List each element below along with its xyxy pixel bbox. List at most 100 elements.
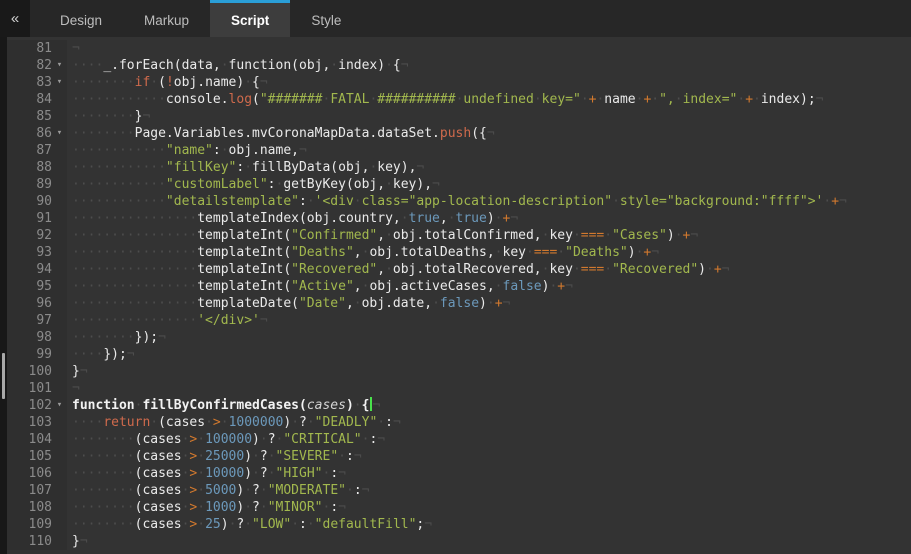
whitespace-dots: ················ [72, 296, 197, 311]
code-line[interactable]: 103····return·(cases·>·1000000)·?·"DEADL… [7, 414, 911, 431]
code-token: templateInt( [197, 262, 291, 277]
eol-mark: ¬ [487, 126, 495, 141]
code-line[interactable]: 92················templateInt("Confirmed… [7, 227, 911, 244]
code-token: function(obj, [229, 58, 331, 73]
fold-spacer [52, 516, 67, 533]
whitespace-dots: · [221, 58, 229, 73]
code-text: ············console.log("#######·FATAL·#… [67, 91, 823, 108]
whitespace-dots: · [197, 449, 205, 464]
code-line[interactable]: 107········(cases·>·5000)·?·"MODERATE"·:… [7, 482, 911, 499]
eol-mark: ¬ [260, 75, 268, 90]
chevrons-left-icon: « [11, 10, 19, 27]
code-line[interactable]: 100}¬ [7, 363, 911, 380]
code-line[interactable]: 95················templateInt("Active",·… [7, 278, 911, 295]
eol-mark: ¬ [72, 381, 80, 396]
fold-arrow-icon[interactable]: ▾ [52, 397, 67, 414]
whitespace-dots: · [581, 92, 589, 107]
code-line[interactable]: 81¬ [7, 40, 911, 57]
code-line[interactable]: 89············"customLabel":·getByKey(ob… [7, 176, 911, 193]
code-line[interactable]: 101¬ [7, 380, 911, 397]
whitespace-dots: ············ [72, 194, 166, 209]
whitespace-dots: · [534, 92, 542, 107]
code-token: ? [260, 449, 268, 464]
code-token: true [409, 211, 440, 226]
code-line[interactable]: 90············"detailstemplate":·'<div·c… [7, 193, 911, 210]
line-number: 85 [7, 108, 52, 125]
tab-markup[interactable]: Markup [123, 0, 210, 37]
fold-arrow-icon[interactable]: ▾ [52, 125, 67, 142]
code-line[interactable]: 97················'</div>'¬ [7, 312, 911, 329]
script-code-editor[interactable]: 81¬82▾····_.forEach(data,·function(obj,·… [0, 37, 911, 554]
code-token: "Recovered" [291, 262, 377, 277]
code-lines[interactable]: 81¬82▾····_.forEach(data,·function(obj,·… [7, 37, 911, 554]
code-line[interactable]: 109········(cases·>·25)·?·"LOW"·:·"defau… [7, 516, 911, 533]
code-token: (cases [135, 500, 182, 515]
whitespace-dots: · [260, 432, 268, 447]
scrollbar-thumb[interactable] [2, 353, 5, 399]
code-token: console. [166, 92, 229, 107]
code-line[interactable]: 83▾········if·(!obj.name)·{¬ [7, 74, 911, 91]
fold-spacer [52, 261, 67, 278]
code-token: ) [252, 432, 260, 447]
fold-spacer [52, 278, 67, 295]
code-line[interactable]: 91················templateIndex(obj.coun… [7, 210, 911, 227]
code-line[interactable]: 110}¬ [7, 533, 911, 550]
gutter-cell: 99 [7, 346, 67, 363]
tab-style[interactable]: Style [290, 0, 362, 37]
code-line[interactable]: 82▾····_.forEach(data,·function(obj,·ind… [7, 57, 911, 74]
code-line[interactable]: 88············"fillKey":·fillByData(obj,… [7, 159, 911, 176]
code-line[interactable]: 98········});¬ [7, 329, 911, 346]
eol-mark: ¬ [651, 245, 659, 260]
gutter-cell: 96 [7, 295, 67, 312]
fold-spacer [52, 312, 67, 329]
code-line[interactable]: 87············"name":·obj.name,¬ [7, 142, 911, 159]
code-token: "fillKey" [166, 160, 236, 175]
code-line[interactable]: 94················templateInt("Recovered… [7, 261, 911, 278]
code-line[interactable]: 104········(cases·>·100000)·?·"CRITICAL"… [7, 431, 911, 448]
code-text: ················templateIndex(obj.countr… [67, 210, 518, 227]
fold-arrow-icon[interactable]: ▾ [52, 57, 67, 74]
code-line[interactable]: 105········(cases·>·25000)·?·"SEVERE"·:¬ [7, 448, 911, 465]
code-token: "MODERATE" [268, 483, 346, 498]
code-line[interactable]: 106········(cases·>·10000)·?·"HIGH"·:¬ [7, 465, 911, 482]
fold-arrow-icon[interactable]: ▾ [52, 74, 67, 91]
line-number: 109 [7, 516, 52, 533]
fold-spacer [52, 295, 67, 312]
code-token: index=" [683, 92, 738, 107]
code-token: obj.totalConfirmed, [393, 228, 542, 243]
whitespace-dots: · [706, 262, 714, 277]
code-token: true [456, 211, 487, 226]
code-token: + [495, 296, 503, 311]
fold-spacer [52, 91, 67, 108]
code-line[interactable]: 102▾function·fillByConfirmedCases(cases)… [7, 397, 911, 414]
tab-design[interactable]: Design [39, 0, 123, 37]
code-line[interactable]: 108········(cases·>·1000)·?·"MINOR"·:¬ [7, 499, 911, 516]
whitespace-dots: ········ [72, 449, 135, 464]
whitespace-dots: · [385, 58, 393, 73]
code-line[interactable]: 93················templateInt("Deaths",·… [7, 244, 911, 261]
gutter-cell: 85 [7, 108, 67, 125]
code-token: ? [252, 500, 260, 515]
code-token: "LOW" [252, 517, 291, 532]
code-token: "MINOR" [268, 500, 323, 515]
whitespace-dots: · [651, 92, 659, 107]
ide-window: « DesignMarkupScriptStyle 81¬82▾····_.fo… [0, 0, 911, 554]
code-line[interactable]: 99····});¬ [7, 346, 911, 363]
collapse-panel-button[interactable]: « [0, 0, 30, 37]
code-line[interactable]: 86▾········Page.Variables.mvCoronaMapDat… [7, 125, 911, 142]
code-token: ) [667, 228, 675, 243]
line-number: 108 [7, 499, 52, 516]
code-line[interactable]: 85········}¬ [7, 108, 911, 125]
fold-spacer [52, 193, 67, 210]
code-token: obj.totalRecovered, [393, 262, 542, 277]
code-line[interactable]: 84············console.log("#######·FATAL… [7, 91, 911, 108]
tab-script[interactable]: Script [210, 0, 290, 37]
whitespace-dots: ············ [72, 143, 166, 158]
code-token: "Deaths" [291, 245, 354, 260]
whitespace-dots: · [573, 228, 581, 243]
code-token: cases [307, 398, 346, 413]
scrollbar-track[interactable] [0, 37, 7, 554]
line-number: 104 [7, 431, 52, 448]
code-token: : [330, 500, 338, 515]
code-line[interactable]: 96················templateDate("Date",·o… [7, 295, 911, 312]
